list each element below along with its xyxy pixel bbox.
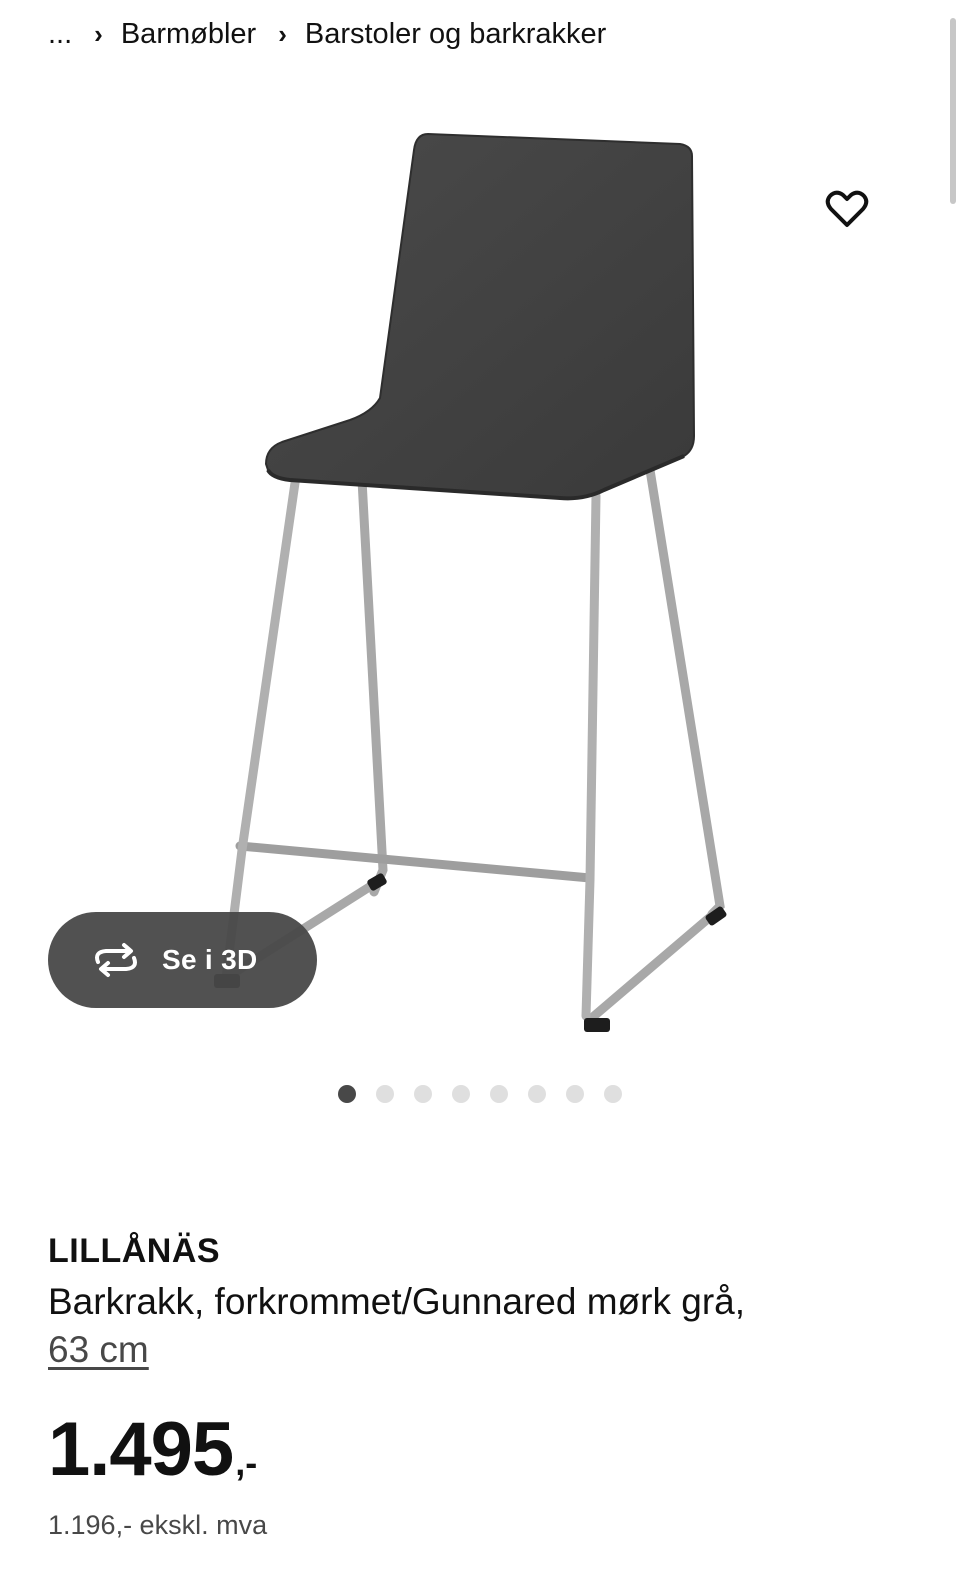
gallery-dot-2[interactable] [376,1085,394,1103]
price-suffix: ,- [235,1442,258,1483]
breadcrumb: ... › Barmøbler › Barstoler og barkrakke… [48,12,606,56]
heart-icon [825,190,869,227]
product-description: Barkrakk, forkrommet/Gunnared mørk grå, … [48,1278,888,1374]
breadcrumb-separator: › [94,18,103,49]
gallery-dot-6[interactable] [528,1085,546,1103]
view-in-3d-label: Se i 3D [162,944,258,975]
gallery-dot-8[interactable] [604,1085,622,1103]
gallery-dot-4[interactable] [452,1085,470,1103]
rotate-3d-icon [90,942,142,978]
gallery-pagination [0,1082,960,1106]
breadcrumb-item-barmobler[interactable]: Barmøbler [121,18,256,51]
breadcrumb-separator: › [278,18,287,49]
gallery-dot-1[interactable] [338,1085,356,1103]
size-link[interactable]: 63 cm [48,1329,149,1370]
breadcrumb-ellipsis[interactable]: ... [48,18,72,51]
product-name: LILLÅNÄS [48,1232,221,1270]
gallery-dot-7[interactable] [566,1085,584,1103]
product-description-text: Barkrakk, forkrommet/Gunnared mørk grå, [48,1281,746,1322]
price-main: 1.495 [48,1407,234,1492]
gallery-dot-5[interactable] [490,1085,508,1103]
price: 1.495 ,- [48,1408,257,1492]
favorite-button[interactable] [820,182,874,236]
view-in-3d-button[interactable]: Se i 3D [48,912,317,1008]
breadcrumb-item-barstoler[interactable]: Barstoler og barkrakker [305,18,606,51]
gallery-dot-3[interactable] [414,1085,432,1103]
price-excl-vat: 1.196,- ekskl. mva [48,1510,268,1540]
